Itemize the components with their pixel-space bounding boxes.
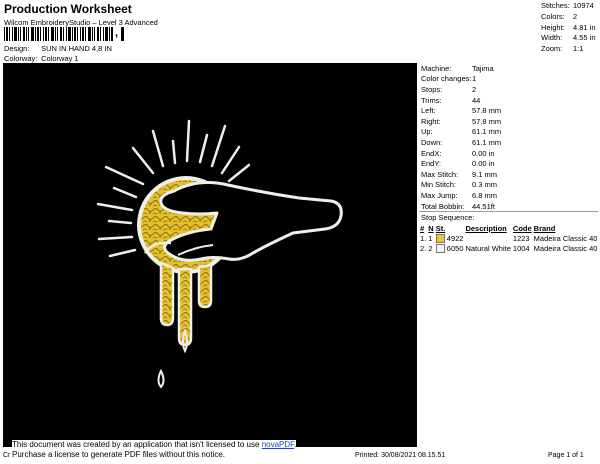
stat-height: Height: 4.81 in [541,22,596,32]
barcode [4,27,113,41]
max-jump-row: Max Jump: 6.8 mm [421,190,498,200]
design-preview [3,63,417,447]
col-code: Code [512,223,532,233]
stat-zoom: Zoom: 1:1 [541,44,584,54]
left-row: Left: 57.8 mm [421,106,502,116]
barcode-end-bar [121,27,124,41]
colorway-row: Colorway: Colorway 1 [4,54,79,63]
stat-colors: Colors: 2 [541,11,578,21]
stat-width: Width: 4.55 in [541,33,596,43]
stat-stitches: Stitches: 10974 [541,1,594,10]
down-row: Down: 61.1 mm [421,137,502,147]
color-swatch [435,234,445,244]
col-brand: Brand [533,223,556,233]
machine-row: Machine: Tajima [421,63,494,73]
col-stop: N [428,223,434,233]
up-row: Up: 61.1 mm [421,127,502,137]
stop-table-header: # N St. Description Code Brand [419,223,598,233]
design-stats: Stitches: 10974 Colors: 2 Height: 4.81 in W… [541,1,596,55]
printed-date: Printed: 30/08/2021 08.15.51 [355,452,446,459]
design-value: SUN IN HAND 4,8 IN [41,44,112,53]
endy-row: EndY: 0.00 in [421,159,495,169]
design-row: Design: SUN IN HAND 4,8 IN [4,44,112,53]
total-bobbin-row: Total Bobbin: 44.51ft [421,201,495,211]
stop-sequence-title: Stop Sequence: [421,213,475,223]
page-number: Page 1 of 1 [548,452,584,459]
license-notice: This document was created by an applicat… [12,440,297,460]
table-row: 1. 1 4922 1223 Madeira Classic 40 [420,233,598,244]
colorway-label: Colorway: [4,54,38,63]
trims-row: Trims: 44 [421,95,481,105]
design-label: Design: [4,44,30,53]
falling-drops [157,327,188,389]
novapdf-link[interactable]: novaPDF [262,440,294,449]
endx-row: EndX: 0.00 in [421,148,495,158]
machine-panel: Machine: Tajima Color changes: 1 Stops: 2 T… [419,63,598,254]
color-changes-row: Color changes: 1 [421,74,477,84]
right-row: Right: 57.8 mm [421,116,502,126]
color-swatch [435,244,445,254]
barcode-suffix: , [115,27,119,39]
sun-in-hand-artwork [96,119,343,389]
table-row: 2. 2 6050 Natural White 1004 Madeira Cla… [420,243,598,254]
footer-left-text: Cr [3,452,11,459]
stop-sequence-table: # N St. Description Code Brand 1. 1 4922… [419,223,598,254]
col-stitches: St. [435,223,446,233]
col-number: # [420,223,425,233]
stops-row: Stops: 2 [421,84,477,94]
colorway-value: Colorway 1 [41,54,79,63]
max-stitch-row: Max Stitch: 9.1 mm [421,169,498,179]
page-title: Production Worksheet [4,2,132,16]
col-description: Description [465,223,507,233]
software-name: Wilcom EmbroideryStudio – Level 3 Advanc… [4,18,158,27]
min-stitch-row: Min Stitch: 0.3 mm [421,180,498,190]
